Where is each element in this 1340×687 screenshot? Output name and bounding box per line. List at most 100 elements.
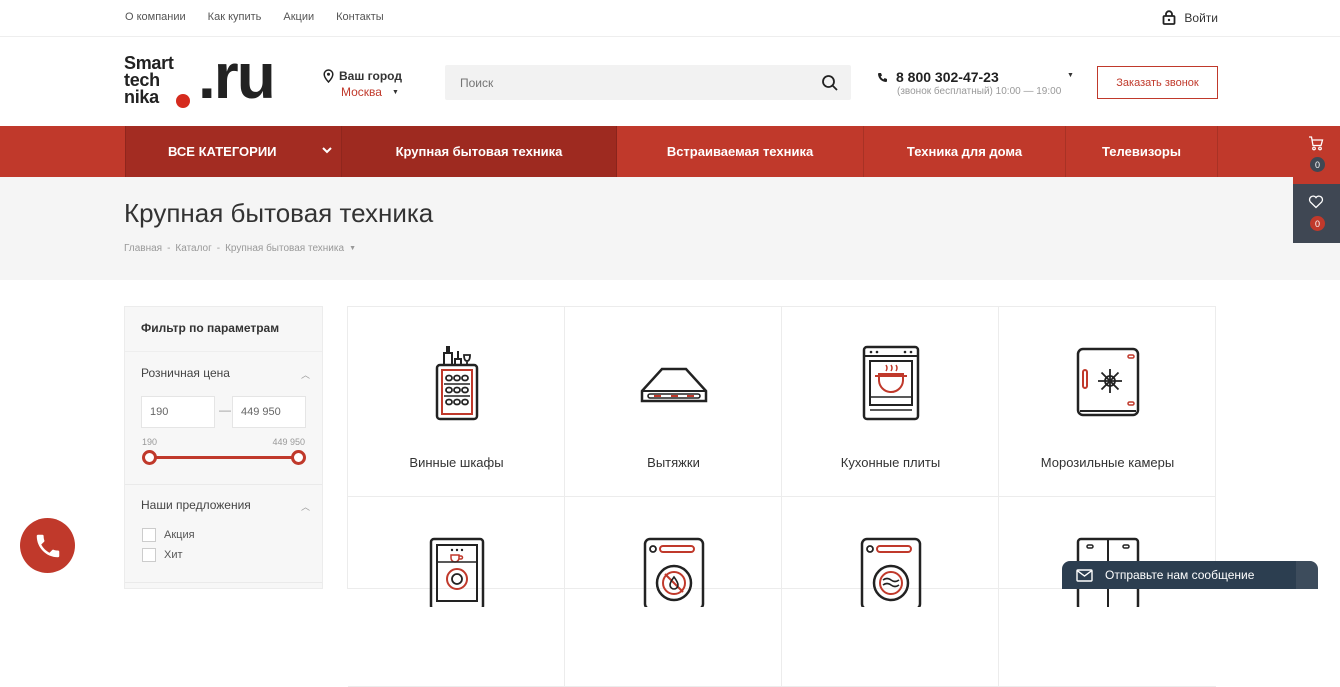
category-label: Кухонные плиты bbox=[840, 455, 941, 470]
city-value[interactable]: Москва ▼ bbox=[341, 85, 402, 99]
breadcrumb-current[interactable]: Крупная бытовая техника bbox=[225, 243, 344, 255]
category-label: Вытяжки bbox=[647, 455, 700, 470]
logo-wordmark: Smart tech nika bbox=[124, 54, 174, 107]
range-max-label: 449 950 bbox=[272, 437, 305, 447]
callback-button[interactable]: Заказать звонок bbox=[1097, 66, 1218, 99]
heart-icon bbox=[1308, 195, 1324, 209]
side-panel: 0 0 bbox=[1293, 126, 1340, 243]
category-label: Винные шкафы bbox=[409, 455, 504, 470]
favorites-button[interactable]: 0 bbox=[1293, 185, 1340, 243]
price-to-input[interactable]: 449 950 bbox=[232, 396, 306, 428]
phone-number-text: 8 800 302-47-23 bbox=[896, 69, 999, 85]
caret-down-icon[interactable]: ▼ bbox=[1067, 72, 1074, 79]
filter-offers-title[interactable]: Наши предложения bbox=[141, 498, 251, 512]
category-tile-fridges[interactable] bbox=[999, 497, 1216, 687]
search-box bbox=[445, 65, 851, 100]
login-link[interactable]: Войти bbox=[1162, 10, 1218, 25]
favorites-count-badge: 0 bbox=[1310, 216, 1325, 231]
filter-title: Фильтр по параметрам bbox=[125, 307, 322, 352]
lock-icon bbox=[1163, 10, 1176, 25]
checkbox-label: Акция bbox=[164, 529, 195, 541]
category-tile-stoves[interactable]: Кухонные плиты bbox=[782, 307, 999, 497]
breadcrumb-separator: - bbox=[216, 243, 221, 254]
breadcrumb: Главная - Каталог - Крупная бытовая техн… bbox=[124, 243, 356, 255]
offer-checkbox-promo[interactable]: Акция bbox=[142, 528, 195, 542]
chat-widget[interactable]: Отправьте нам сообщение bbox=[1062, 561, 1317, 589]
logo-line-3: nika bbox=[124, 87, 159, 107]
top-nav: О компании Как купить Акции Контакты bbox=[125, 11, 384, 23]
chat-widget-handle[interactable] bbox=[1296, 561, 1318, 589]
floating-call-button[interactable] bbox=[20, 518, 75, 573]
breadcrumb-catalog[interactable]: Каталог bbox=[175, 243, 211, 255]
city-selector[interactable]: Ваш город Москва ▼ bbox=[323, 69, 402, 99]
checkbox-label: Хит bbox=[164, 549, 183, 561]
city-title-text: Ваш город bbox=[339, 69, 402, 83]
price-dash: — bbox=[219, 403, 231, 417]
search-input[interactable] bbox=[445, 65, 815, 100]
price-range-track[interactable] bbox=[147, 456, 299, 459]
filter-divider bbox=[125, 484, 322, 485]
category-label: Морозильные камеры bbox=[1040, 455, 1175, 470]
top-nav-link-about[interactable]: О компании bbox=[125, 11, 186, 23]
price-range-handle-min[interactable] bbox=[142, 450, 157, 465]
cart-button[interactable]: 0 bbox=[1293, 126, 1340, 184]
caret-down-icon[interactable]: ▼ bbox=[349, 243, 356, 255]
category-tile-freezers[interactable]: Морозильные камеры bbox=[999, 307, 1216, 497]
category-tile-hoods[interactable]: Вытяжки bbox=[565, 307, 782, 497]
page-title: Крупная бытовая техника bbox=[124, 198, 434, 228]
filter-price-title[interactable]: Розничная цена bbox=[141, 366, 230, 380]
logo-domain: .ru bbox=[198, 40, 276, 112]
site-logo[interactable]: Smart tech nika .ru bbox=[124, 41, 289, 113]
login-label: Войти bbox=[1184, 10, 1218, 25]
main-menu: ВСЕ КАТЕГОРИИ Крупная бытовая техника Вс… bbox=[0, 126, 1340, 177]
filter-panel: Фильтр по параметрам Розничная цена ︿ 19… bbox=[124, 306, 323, 589]
checkbox[interactable] bbox=[142, 548, 156, 562]
dryer-icon bbox=[643, 537, 705, 607]
cart-count-badge: 0 bbox=[1310, 157, 1325, 172]
phone-hours: (звонок бесплатный) 10:00 — 19:00 bbox=[897, 86, 1062, 97]
menu-all-categories[interactable]: ВСЕ КАТЕГОРИИ bbox=[125, 126, 342, 177]
menu-item-tv[interactable]: Телевизоры bbox=[1066, 126, 1218, 177]
category-tile-washers[interactable] bbox=[782, 497, 999, 687]
chevron-up-icon[interactable]: ︿ bbox=[301, 500, 310, 513]
search-icon[interactable] bbox=[821, 74, 839, 92]
category-tile-dryers[interactable] bbox=[565, 497, 782, 687]
logo-dot bbox=[176, 94, 190, 108]
category-tile-dishwashers[interactable] bbox=[348, 497, 565, 687]
top-bar: О компании Как купить Акции Контакты Вой… bbox=[0, 0, 1340, 37]
price-range-handle-max[interactable] bbox=[291, 450, 306, 465]
envelope-icon bbox=[1076, 568, 1093, 582]
top-nav-link-how-to-buy[interactable]: Как купить bbox=[208, 11, 262, 23]
top-nav-link-contacts[interactable]: Контакты bbox=[336, 11, 384, 23]
hood-icon bbox=[640, 367, 708, 403]
wine-cabinet-icon bbox=[435, 346, 479, 421]
category-tile-wine-cabinets[interactable]: Винные шкафы bbox=[348, 307, 565, 497]
menu-item-built-in[interactable]: Встраиваемая техника bbox=[617, 126, 864, 177]
chat-label: Отправьте нам сообщение bbox=[1105, 568, 1255, 582]
chevron-up-icon[interactable]: ︿ bbox=[301, 368, 310, 381]
stove-icon bbox=[862, 345, 920, 421]
checkbox[interactable] bbox=[142, 528, 156, 542]
header: Smart tech nika .ru Ваш город Москва ▼ П… bbox=[0, 37, 1340, 126]
cart-icon bbox=[1309, 136, 1324, 151]
breadcrumb-home[interactable]: Главная bbox=[124, 243, 162, 255]
category-grid: Винные шкафы Вытяжки Кухонные плиты Моро… bbox=[347, 306, 1216, 687]
offer-checkbox-hit[interactable]: Хит bbox=[142, 548, 183, 562]
freezer-icon bbox=[1076, 347, 1140, 417]
range-min-label: 190 bbox=[142, 437, 158, 447]
map-pin-icon bbox=[323, 69, 334, 83]
washer-icon bbox=[860, 537, 922, 607]
caret-down-icon: ▼ bbox=[391, 88, 399, 96]
top-nav-link-promotions[interactable]: Акции bbox=[283, 11, 314, 23]
phone-block: 8 800 302-47-23 ▼ (звонок бесплатный) 10… bbox=[877, 69, 1074, 97]
breadcrumb-separator: - bbox=[167, 243, 171, 254]
dishwasher-icon bbox=[429, 537, 485, 607]
phone-icon bbox=[36, 534, 59, 557]
menu-item-home-appliances[interactable]: Техника для дома bbox=[864, 126, 1066, 177]
phone-number[interactable]: 8 800 302-47-23 bbox=[877, 69, 1061, 85]
phone-icon bbox=[878, 72, 887, 82]
menu-item-large-appliances[interactable]: Крупная бытовая техника bbox=[342, 126, 617, 177]
menu-all-label: ВСЕ КАТЕГОРИИ bbox=[168, 144, 277, 159]
city-title: Ваш город bbox=[323, 69, 402, 83]
price-from-input[interactable]: 190 bbox=[141, 396, 215, 428]
